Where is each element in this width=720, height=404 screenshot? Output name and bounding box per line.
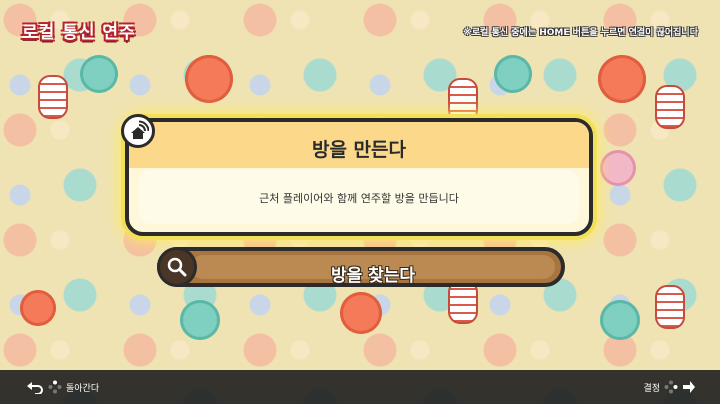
background-drum-face <box>340 292 382 334</box>
create-room-description-box: 근처 플레이어와 함께 연주할 방을 만듭니다 <box>139 170 579 224</box>
back-label: 돌아간다 <box>66 383 100 394</box>
background-drum-face <box>494 55 532 93</box>
search-icon <box>157 247 197 287</box>
mode-title: 로컬 통신 연주 <box>22 23 136 43</box>
background-lantern <box>38 75 68 119</box>
background-drum-face <box>600 150 636 186</box>
back-button[interactable]: 돌아간다 <box>26 380 99 394</box>
background-drum-face <box>20 290 56 326</box>
find-room-inner: 방을 찾는다 <box>191 255 555 286</box>
background-lantern <box>655 285 685 329</box>
home-button-notice: ※로컬 통신 중에는 HOME 버튼을 누르면 연결이 끊어집니다 <box>463 28 698 38</box>
find-room-button[interactable]: 방을 찾는다 <box>157 247 565 287</box>
background-drum-face <box>185 55 233 103</box>
background-drum-face <box>180 300 220 340</box>
confirm-button[interactable]: 결정 <box>643 380 696 394</box>
background-drum-face <box>80 55 118 93</box>
button-dots-icon <box>48 380 62 394</box>
confirm-label: 결정 <box>643 383 660 394</box>
create-room-title: 방을 만든다 <box>311 139 406 161</box>
find-room-label: 방을 찾는다 <box>330 266 416 286</box>
background-lantern <box>448 78 478 122</box>
footer-bar: 돌아간다 결정 <box>0 370 720 404</box>
background-drum-face <box>598 55 646 103</box>
create-room-description: 근처 플레이어와 함께 연주할 방을 만듭니다 <box>259 192 459 205</box>
background-lantern <box>655 85 685 129</box>
background-drum-face <box>600 300 640 340</box>
wireless-house-icon <box>121 114 155 148</box>
create-room-header: 방을 만든다 <box>129 122 589 168</box>
back-arrow-icon <box>27 382 43 394</box>
create-room-button[interactable]: 방을 만든다 근처 플레이어와 함께 연주할 방을 만듭니다 <box>121 114 593 236</box>
button-dots-icon <box>664 380 678 394</box>
confirm-arrow-icon <box>683 381 695 393</box>
